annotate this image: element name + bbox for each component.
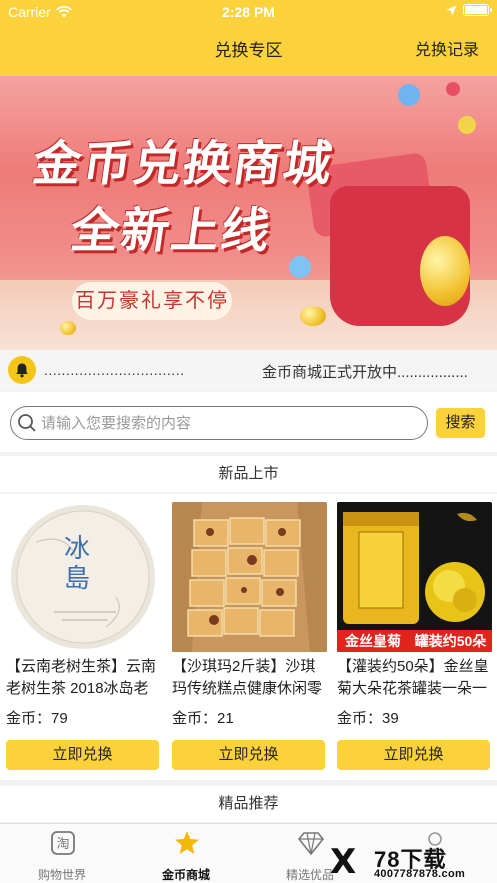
product-price: 金币：79 xyxy=(6,710,68,727)
promo-banner[interactable]: 金币兑换商城 全新上线 百万豪礼享不停 xyxy=(0,76,497,350)
product-name[interactable]: 【云南老树生茶】云南老树生茶 2018冰岛老 xyxy=(6,656,161,700)
product-card[interactable]: 【沙琪玛2斤装】沙琪玛传统糕点健康休闲零 金币：21 立即兑换 xyxy=(172,494,332,780)
decor-ball xyxy=(446,82,460,96)
section-title-new: 新品上市 xyxy=(0,456,497,492)
redeem-button[interactable]: 立即兑换 xyxy=(337,740,490,770)
product-image[interactable]: 冰島 xyxy=(6,502,161,652)
redeem-button[interactable]: 立即兑换 xyxy=(6,740,159,770)
watermark-phone: 4007787878.com xyxy=(374,868,466,880)
decor-ball xyxy=(289,256,311,278)
product-name[interactable]: 【灌装约50朵】金丝皇菊大朵花茶罐装一朵一 xyxy=(337,656,492,700)
product-price: 金币：39 xyxy=(337,710,399,727)
banner-subheadline: 全新上线 xyxy=(67,203,276,259)
decor-ball xyxy=(398,84,420,106)
search-input[interactable] xyxy=(41,410,421,436)
banner-tagline: 百万豪礼享不停 xyxy=(72,282,232,320)
tab-label: 金币商城 xyxy=(161,868,210,882)
notice-text: 金币商城正式开放中................. xyxy=(262,364,468,381)
app-header: Carrier 2:28 PM 兑换专区 兑换记录 xyxy=(0,0,497,76)
product-image[interactable] xyxy=(172,502,327,652)
product-price: 金币：21 xyxy=(172,710,234,727)
product-list: 冰島 【云南老树生茶】云南老树生茶 2018冰岛老 金币：79 立即兑换 【沙琪… xyxy=(0,494,497,780)
tab-label: 购物世界 xyxy=(37,868,86,882)
decor-ball xyxy=(458,116,476,134)
search-icon xyxy=(18,414,36,432)
tab-gold-mall[interactable]: 金币商城 xyxy=(124,824,248,883)
status-right xyxy=(446,4,492,16)
redeem-history-button[interactable]: 兑换记录 xyxy=(415,36,479,60)
diamond-icon xyxy=(298,832,324,856)
star-icon xyxy=(175,831,199,854)
product-thumb-label: 金丝皇菊 xyxy=(337,630,409,652)
gold-coin-icon xyxy=(60,321,76,335)
section-title-featured: 精品推荐 xyxy=(0,786,497,822)
shopping-icon: 淘 xyxy=(51,831,75,855)
gold-coin-icon xyxy=(420,236,470,306)
redeem-button[interactable]: 立即兑换 xyxy=(172,740,325,770)
notice-dots: ................................ xyxy=(44,362,185,378)
search-field[interactable] xyxy=(10,406,428,440)
product-thumb-badge: 罐装约50朵 xyxy=(409,630,492,652)
banner-headline: 金币兑换商城 xyxy=(29,136,338,192)
tab-shopping-world[interactable]: 淘 购物世界 xyxy=(0,824,124,883)
product-name[interactable]: 【沙琪玛2斤装】沙琪玛传统糕点健康休闲零 xyxy=(172,656,327,700)
watermark-logo-icon: X xyxy=(330,842,357,882)
product-image[interactable]: 金丝皇菊 罐装约50朵 xyxy=(337,502,492,652)
battery-icon xyxy=(463,4,492,16)
search-button[interactable]: 搜索 xyxy=(436,408,485,438)
status-bar: Carrier 2:28 PM xyxy=(0,0,497,24)
bell-icon xyxy=(8,356,36,384)
search-bar: 搜索 xyxy=(0,392,497,452)
status-time: 2:28 PM xyxy=(222,4,275,20)
product-thumb-text: 冰島 xyxy=(64,534,91,594)
gold-coin-icon xyxy=(300,306,326,326)
product-card[interactable]: 冰島 【云南老树生茶】云南老树生茶 2018冰岛老 金币：79 立即兑换 xyxy=(6,494,166,780)
location-arrow-icon xyxy=(446,5,457,15)
site-watermark: X 78下载 4007787878.com xyxy=(330,840,490,883)
product-card[interactable]: 金丝皇菊 罐装约50朵 【灌装约50朵】金丝皇菊大朵花茶罐装一朵一 金币：39 … xyxy=(337,494,497,780)
svg-text:淘: 淘 xyxy=(56,837,69,852)
notice-bar: ................................ 金币商城正式开… xyxy=(0,350,497,390)
